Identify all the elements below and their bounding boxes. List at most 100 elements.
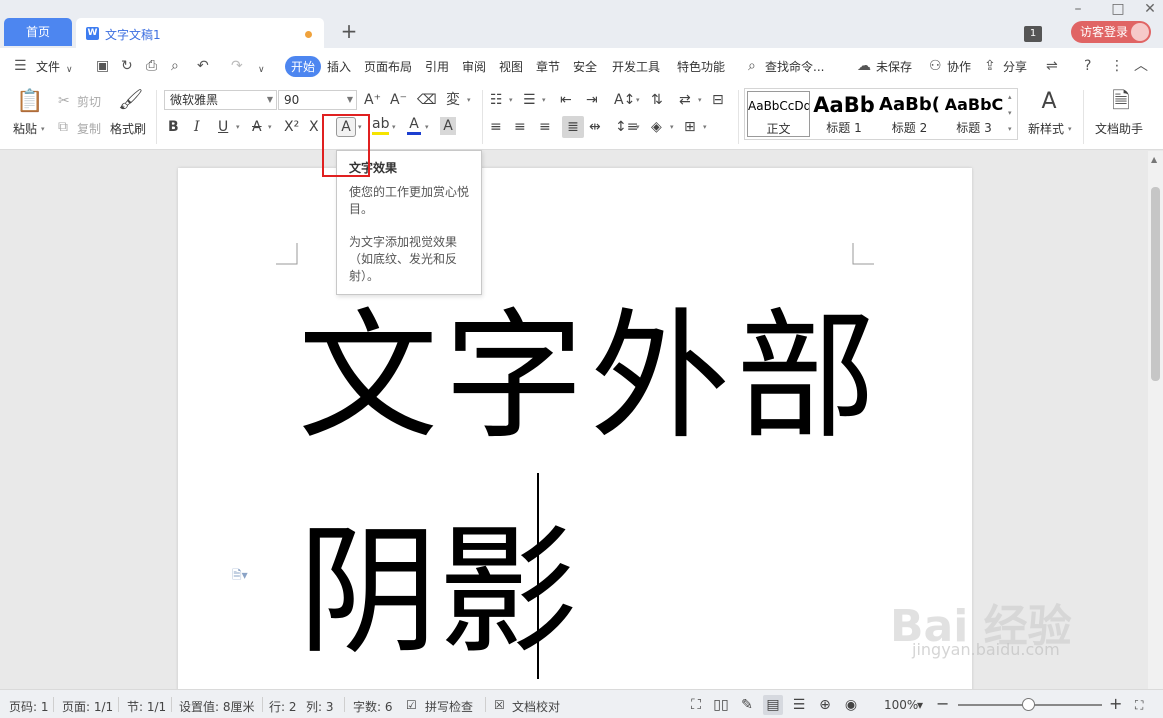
more-icon[interactable]: ∨ <box>258 62 265 78</box>
show-hide-marks-icon[interactable]: ⇄ <box>679 91 691 109</box>
pinyin-dropdown-icon[interactable]: ▾ <box>467 96 471 104</box>
shading-icon[interactable]: ◈ <box>651 118 662 136</box>
subscript-icon[interactable]: X <box>309 118 319 136</box>
strikethrough-icon[interactable]: A <box>252 118 262 136</box>
italic-icon[interactable]: I <box>194 118 200 136</box>
unsaved-status[interactable]: 未保存 <box>876 58 912 75</box>
border-icon[interactable]: ⊞ <box>684 118 696 136</box>
spell-check-button[interactable]: 拼写检查 <box>425 698 473 715</box>
status-setting[interactable]: 设置值: 8厘米 <box>179 698 255 715</box>
menu-start[interactable]: 开始 <box>285 56 322 77</box>
reading-mode-icon[interactable]: ▯▯ <box>711 695 731 715</box>
tab-document[interactable]: W 文字文稿1 <box>76 18 324 48</box>
menu-page-layout[interactable]: 页面布局 <box>364 58 412 75</box>
numbered-list-icon[interactable]: ☰ <box>523 91 536 109</box>
vertical-scrollbar[interactable]: ▲ <box>1148 151 1163 689</box>
style-scroll-down-icon[interactable]: ▾ <box>1008 109 1012 117</box>
align-left-icon[interactable]: ≡ <box>490 118 502 136</box>
help-icon[interactable]: ? <box>1084 58 1091 74</box>
bold-icon[interactable]: B <box>168 118 179 136</box>
justify-icon[interactable]: ≣ <box>562 116 584 138</box>
outline-view-icon[interactable]: ☰ <box>789 695 809 715</box>
status-pages[interactable]: 页面: 1/1 <box>62 698 113 715</box>
bullet-list-icon[interactable]: ☷ <box>490 91 503 109</box>
grow-font-icon[interactable]: A⁺ <box>364 91 381 109</box>
align-center-icon[interactable]: ≡ <box>514 118 526 136</box>
scrollbar-thumb[interactable] <box>1151 187 1160 381</box>
highlight-dropdown-icon[interactable]: ▾ <box>392 123 396 131</box>
new-tab-button[interactable]: + <box>338 20 360 44</box>
proofread-button[interactable]: 文档校对 <box>512 698 560 715</box>
paste-icon[interactable]: 📋 <box>16 90 43 114</box>
fit-window-icon[interactable]: ⛶ <box>1135 698 1143 713</box>
collapse-ribbon-icon[interactable]: ︿ <box>1134 58 1148 74</box>
font-color-dropdown-icon[interactable]: ▾ <box>425 123 429 131</box>
numbered-dropdown-icon[interactable]: ▾ <box>542 96 546 104</box>
cut-icon[interactable]: ✂ <box>58 92 70 110</box>
style-heading-2[interactable]: AaBb( 标题 2 <box>878 91 941 137</box>
status-word-count[interactable]: 字数: 6 <box>353 698 393 715</box>
bullet-dropdown-icon[interactable]: ▾ <box>509 96 513 104</box>
new-style-dropdown-icon[interactable]: ▾ <box>1068 125 1072 133</box>
undo-icon[interactable]: ↶ <box>197 58 209 74</box>
font-size-select[interactable]: 90 ▼ <box>278 90 357 110</box>
copy-button[interactable]: 复制 <box>77 120 101 137</box>
align-right-icon[interactable]: ≡ <box>539 118 551 136</box>
style-expand-icon[interactable]: ▾ <box>1008 125 1012 133</box>
document-line-2[interactable]: 阴影 <box>298 518 578 668</box>
style-scroll-up-icon[interactable]: ▴ <box>1008 93 1012 101</box>
status-page-number[interactable]: 页码: 1 <box>9 698 49 715</box>
strikethrough-dropdown-icon[interactable]: ▾ <box>268 123 272 131</box>
document-line-1[interactable]: 文字外部 <box>298 303 882 453</box>
output-icon[interactable]: ↻ <box>121 58 133 74</box>
border-dropdown-icon[interactable]: ▾ <box>703 123 707 131</box>
maximize-icon[interactable]: □ <box>1106 0 1130 18</box>
sort-icon[interactable]: ⇅ <box>651 91 663 109</box>
decrease-indent-icon[interactable]: ⇤ <box>560 91 572 109</box>
font-color-icon[interactable]: A <box>407 116 421 135</box>
char-shading-icon[interactable]: A <box>440 117 456 135</box>
visitor-login-button[interactable]: 访客登录 <box>1071 21 1151 43</box>
window-count-badge[interactable]: 1 <box>1024 26 1042 42</box>
zoom-dropdown-icon[interactable]: ▾ <box>917 698 923 712</box>
marks-dropdown-icon[interactable]: ▾ <box>698 96 702 104</box>
menu-developer[interactable]: 开发工具 <box>612 58 660 75</box>
more-options-icon[interactable]: ⋮ <box>1110 58 1124 74</box>
chinese-layout-dropdown-icon[interactable]: ▾ <box>636 96 640 104</box>
share-button[interactable]: 分享 <box>1003 58 1027 75</box>
doc-assistant-icon[interactable]: 🗎 <box>1109 90 1133 114</box>
menu-insert[interactable]: 插入 <box>327 58 351 75</box>
shrink-font-icon[interactable]: A⁻ <box>390 91 407 109</box>
distributed-icon[interactable]: ⇹ <box>589 118 601 136</box>
menu-security[interactable]: 安全 <box>573 58 597 75</box>
line-spacing-dropdown-icon[interactable]: ▾ <box>636 123 640 131</box>
cut-button[interactable]: 剪切 <box>77 93 101 110</box>
status-column[interactable]: 列: 3 <box>306 698 334 715</box>
zoom-level[interactable]: 100% <box>884 698 918 712</box>
format-painter-icon[interactable]: 🖌 <box>118 89 143 109</box>
print-preview-icon[interactable]: ⌕ <box>171 58 179 74</box>
table-layout-icon[interactable]: ⊟ <box>712 91 724 109</box>
zoom-out-icon[interactable]: − <box>936 694 949 713</box>
pinyin-guide-icon[interactable]: 変 <box>446 91 460 109</box>
chinese-layout-icon[interactable]: A↕ <box>614 91 635 109</box>
style-heading-3[interactable]: AaBbC 标题 3 <box>943 91 1005 137</box>
menu-view[interactable]: 视图 <box>499 58 523 75</box>
menu-chapter[interactable]: 章节 <box>536 58 560 75</box>
highlight-icon[interactable]: ab <box>372 116 390 135</box>
print-icon[interactable]: ⎙ <box>146 58 157 74</box>
write-mode-icon[interactable]: ✎ <box>737 695 757 715</box>
font-name-select[interactable]: 微软雅黑 ▼ <box>164 90 277 110</box>
scroll-up-icon[interactable]: ▲ <box>1151 155 1157 164</box>
paste-button[interactable]: 粘贴 <box>13 120 37 137</box>
paste-dropdown-icon[interactable]: ▾ <box>41 125 45 133</box>
web-view-icon[interactable]: ⊕ <box>815 695 835 715</box>
status-row[interactable]: 行: 2 <box>269 698 297 715</box>
doc-assistant-button[interactable]: 文档助手 <box>1095 120 1143 137</box>
shading-dropdown-icon[interactable]: ▾ <box>670 123 674 131</box>
zoom-in-icon[interactable]: + <box>1109 694 1122 713</box>
close-icon[interactable]: ✕ <box>1138 0 1162 18</box>
copy-icon[interactable]: ⧉ <box>58 118 68 136</box>
page-view-icon[interactable]: ▤ <box>763 695 783 715</box>
minimize-icon[interactable]: – <box>1066 0 1090 18</box>
